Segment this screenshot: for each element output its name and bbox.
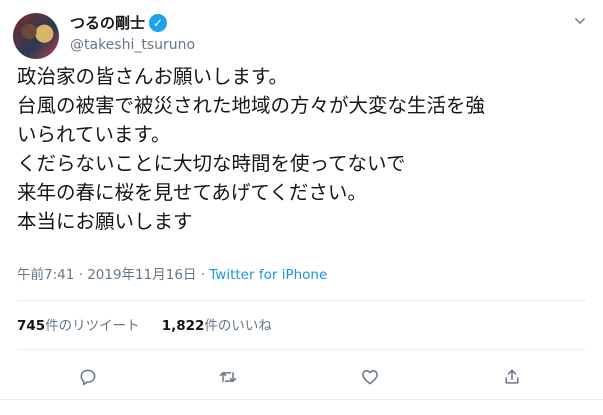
- user-name[interactable]: つるの剛士: [70, 13, 145, 33]
- tweet-line: 政治家の皆さんお願いします。: [17, 65, 289, 88]
- retweet-label: 件のリツイート: [45, 318, 140, 334]
- tweet-line: いられています。: [17, 123, 171, 146]
- tweet-text: 政治家の皆さんお願いします。 台風の被害で被災された地域の方々が大変な生活を強 …: [17, 62, 592, 236]
- divider: [17, 300, 586, 301]
- chevron-down-icon[interactable]: [571, 14, 589, 32]
- divider: [0, 399, 603, 400]
- tweet-card: つるの剛士 ✓ @takeshi_tsuruno 政治家の皆さんお願いします。 …: [0, 0, 603, 415]
- tweet-line: くだらないことに大切な時間を使ってないで: [17, 152, 406, 175]
- like-count: 1,822: [161, 318, 205, 334]
- tweet-client-link[interactable]: Twitter for iPhone: [209, 267, 327, 283]
- like-count-link[interactable]: 1,822件のいいね: [162, 317, 272, 335]
- retweet-count: 745: [17, 318, 46, 334]
- verified-badge-icon: ✓: [149, 14, 168, 32]
- tweet-line: 来年の春に桜を見せてあげてください。: [17, 181, 367, 204]
- tweet-stats: 745件のリツイート 1,822件のいいね: [17, 317, 294, 335]
- meta-separator: ·: [196, 267, 210, 283]
- like-icon-svg: [362, 370, 378, 385]
- share-icon-svg: [505, 369, 519, 384]
- tweet-line: 台風の被害で被災された地域の方々が大変な生活を強: [17, 94, 486, 117]
- like-icon[interactable]: [356, 364, 384, 390]
- reply-icon-svg: [80, 369, 96, 386]
- user-handle[interactable]: @takeshi_tsuruno: [70, 36, 195, 54]
- retweet-icon-svg: [219, 372, 237, 382]
- tweet-time[interactable]: 午前7:41: [17, 267, 74, 283]
- share-icon[interactable]: [498, 364, 526, 390]
- reply-icon[interactable]: [74, 364, 102, 390]
- divider: [17, 349, 586, 350]
- tweet-actions: [0, 362, 603, 392]
- avatar[interactable]: [13, 13, 59, 59]
- user-name-row[interactable]: つるの剛士 ✓: [70, 13, 168, 33]
- retweet-count-link[interactable]: 745件のリツイート: [17, 317, 140, 335]
- retweet-icon[interactable]: [214, 364, 242, 390]
- like-label: 件のいいね: [204, 318, 272, 334]
- tweet-date[interactable]: 2019年11月16日: [87, 267, 196, 283]
- tweet-line: 本当にお願いします: [17, 210, 193, 233]
- tweet-meta: 午前7:41 · 2019年11月16日 · Twitter for iPhon…: [17, 266, 327, 284]
- chevron-down-icon-svg: [575, 18, 585, 24]
- meta-separator: ·: [74, 267, 88, 283]
